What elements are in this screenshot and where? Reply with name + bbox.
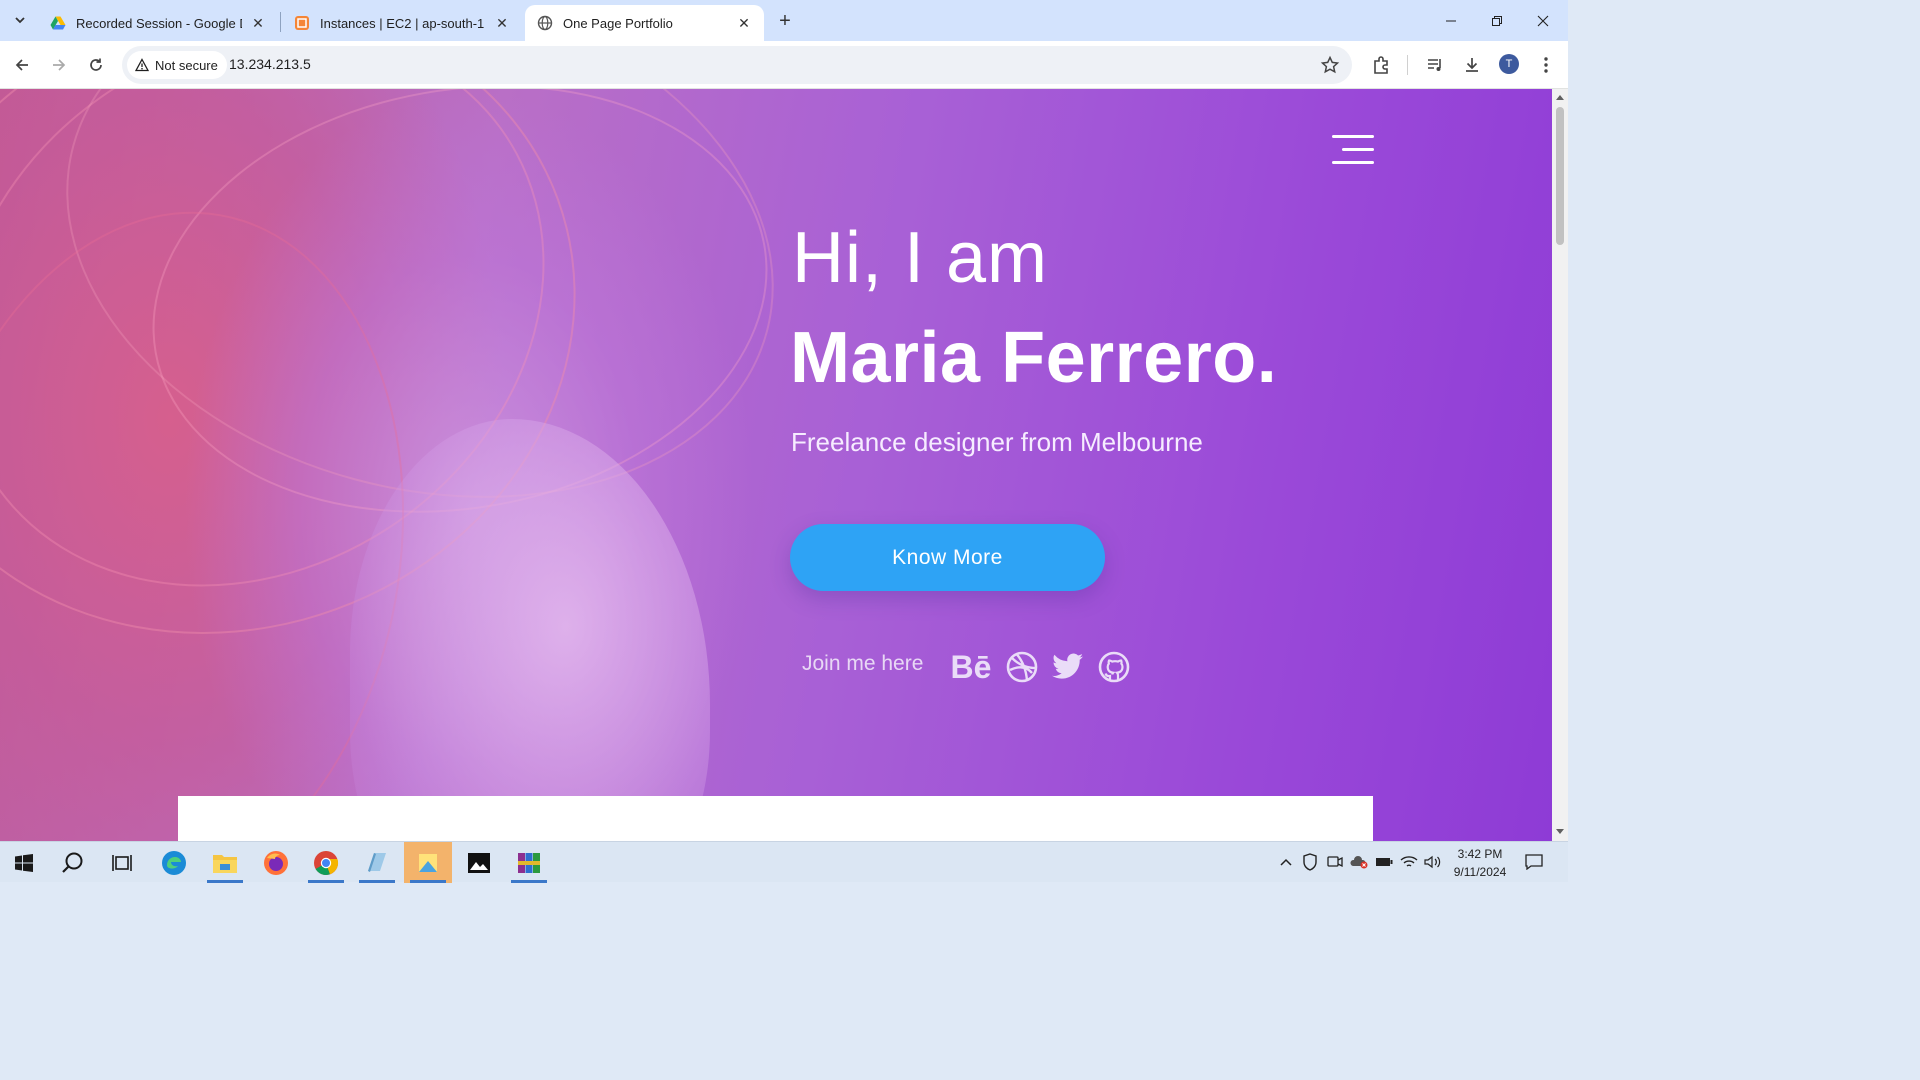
chevron-down-icon: [15, 17, 25, 24]
tab-search-button[interactable]: [8, 8, 32, 32]
search-icon: [62, 852, 83, 873]
taskbar-app-sticky[interactable]: [404, 842, 452, 883]
browser-toolbar: Not secure 13.234.213.5 T: [0, 41, 1568, 89]
tab-separator: [280, 12, 281, 32]
scroll-up-icon[interactable]: [1556, 95, 1564, 100]
close-icon: [1537, 15, 1549, 26]
bookmark-star-icon[interactable]: [1320, 55, 1340, 75]
close-window-button[interactable]: [1520, 0, 1566, 41]
github-icon[interactable]: [1096, 649, 1132, 685]
google-drive-icon: [50, 15, 66, 31]
volume-icon[interactable]: [1424, 853, 1442, 871]
taskbar-edge[interactable]: [150, 842, 198, 883]
start-button[interactable]: [0, 842, 48, 883]
edge-icon: [162, 850, 186, 875]
plus-icon: +: [779, 9, 791, 32]
new-tab-button[interactable]: +: [772, 8, 798, 34]
chrome-icon: [314, 850, 339, 875]
clock-time: 3:42 PM: [1457, 847, 1503, 861]
know-more-button[interactable]: Know More: [790, 524, 1105, 591]
social-label: Join me here: [802, 652, 924, 675]
tab-strip: Recorded Session - Google Driv ✕ Instanc…: [0, 0, 1568, 41]
warning-icon: [135, 58, 149, 72]
folder-icon: [213, 854, 237, 873]
security-shield-icon[interactable]: [1301, 853, 1319, 871]
taskbar-firefox[interactable]: [252, 842, 300, 883]
twitter-icon[interactable]: [1050, 649, 1086, 685]
meet-now-icon[interactable]: [1326, 853, 1344, 871]
tab-google-drive[interactable]: Recorded Session - Google Driv ✕: [38, 5, 278, 41]
restore-icon: [1492, 15, 1502, 26]
close-tab-icon[interactable]: ✕: [494, 15, 510, 31]
notifications-icon[interactable]: [1525, 853, 1543, 871]
minimize-button[interactable]: [1428, 0, 1474, 41]
hero-greeting: Hi, I am: [792, 218, 1049, 298]
task-view-button[interactable]: [98, 842, 146, 883]
windows-taskbar: 3:42 PM 9/11/2024: [0, 841, 1568, 883]
close-tab-icon[interactable]: ✕: [736, 15, 752, 31]
url-text[interactable]: 13.234.213.5: [229, 56, 311, 72]
tab-title: Instances | EC2 | ap-south-1: [320, 15, 485, 31]
winrar-icon: [518, 852, 540, 873]
arrow-left-icon: [15, 59, 28, 71]
page-viewport: Hi, I am Maria Ferrero. Freelance design…: [0, 89, 1552, 841]
extensions-icon[interactable]: [1369, 53, 1393, 77]
hero-name: Maria Ferrero.: [790, 318, 1278, 398]
scrollbar-thumb[interactable]: [1556, 107, 1564, 245]
hamburger-menu-icon[interactable]: [1330, 135, 1374, 165]
task-view-icon: [112, 854, 132, 871]
reload-icon: [90, 58, 102, 71]
security-label: Not secure: [155, 57, 218, 73]
taskbar-chrome[interactable]: [302, 842, 350, 883]
profile-avatar[interactable]: T: [1499, 54, 1519, 74]
tab-title: One Page Portfolio: [563, 15, 673, 31]
taskbar-winrar[interactable]: [505, 842, 553, 883]
toolbar-divider: [1407, 55, 1408, 75]
back-button[interactable]: [6, 49, 38, 81]
media-controls-icon[interactable]: [1423, 53, 1447, 77]
sticky-notes-icon: [419, 853, 437, 872]
dribbble-icon[interactable]: [1004, 649, 1040, 685]
download-icon[interactable]: [1460, 53, 1484, 77]
restore-button[interactable]: [1474, 0, 1520, 41]
close-tab-icon[interactable]: ✕: [250, 15, 266, 31]
address-bar[interactable]: Not secure 13.234.213.5: [122, 46, 1352, 84]
system-clock[interactable]: 3:42 PM 9/11/2024: [1444, 845, 1516, 881]
taskbar-app-notepad[interactable]: [353, 842, 401, 883]
page-scrollbar[interactable]: [1552, 89, 1568, 841]
hero-tagline: Freelance designer from Melbourne: [791, 427, 1203, 457]
windows-logo-icon: [15, 853, 33, 872]
scroll-down-icon[interactable]: [1556, 829, 1564, 834]
wifi-icon[interactable]: [1400, 853, 1418, 871]
globe-icon: [537, 15, 553, 31]
battery-icon[interactable]: [1375, 853, 1393, 871]
photos-icon: [468, 852, 490, 873]
notepad-icon: [368, 852, 386, 872]
forward-button[interactable]: [43, 49, 75, 81]
content-card: [178, 796, 1373, 841]
onedrive-error-icon[interactable]: [1350, 853, 1368, 871]
aws-icon: [294, 15, 310, 31]
site-info-chip[interactable]: Not secure: [127, 51, 227, 79]
minimize-icon: [1446, 20, 1456, 21]
show-hidden-icons-icon[interactable]: [1277, 853, 1295, 871]
reload-button[interactable]: [80, 49, 112, 81]
more-options-icon[interactable]: [1534, 53, 1558, 77]
arrow-right-icon: [53, 59, 66, 71]
tab-ec2-instances[interactable]: Instances | EC2 | ap-south-1 ✕: [282, 5, 522, 41]
search-button[interactable]: [49, 842, 97, 883]
behance-icon[interactable]: Bē: [948, 649, 994, 685]
clock-date: 9/11/2024: [1453, 865, 1507, 879]
taskbar-file-explorer[interactable]: [201, 842, 249, 883]
tab-title: Recorded Session - Google Driv: [76, 15, 242, 31]
firefox-icon: [264, 850, 288, 875]
tab-one-page-portfolio[interactable]: One Page Portfolio ✕: [525, 5, 764, 41]
taskbar-photos[interactable]: [455, 842, 503, 883]
